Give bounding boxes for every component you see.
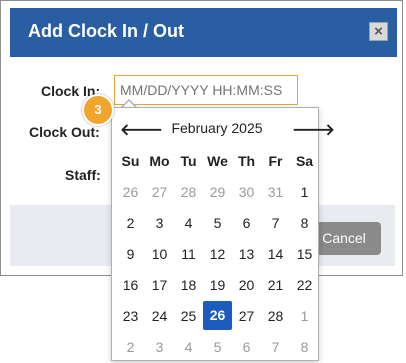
calendar-day[interactable]: 1 xyxy=(301,177,309,208)
calendar-day[interactable]: 29 xyxy=(210,177,226,208)
clock-out-label: Clock Out: xyxy=(29,124,100,140)
calendar-day[interactable]: 24 xyxy=(152,301,168,332)
calendar-grid: Su Mo Tu We Th Fr Sa 26 27 28 29 30 31 1 2 3 4 5 6 7 8 9 10 11 1… xyxy=(116,146,316,363)
calendar-day[interactable]: 27 xyxy=(152,177,168,208)
calendar-day[interactable]: 14 xyxy=(268,239,284,270)
weekday-header: Mo xyxy=(149,153,170,169)
staff-label: Staff: xyxy=(65,167,101,183)
weekday-header: Su xyxy=(121,153,140,169)
calendar-day[interactable]: 31 xyxy=(268,177,284,208)
calendar-day[interactable]: 23 xyxy=(123,301,139,332)
calendar-day[interactable]: 30 xyxy=(239,177,255,208)
calendar-day[interactable]: 7 xyxy=(272,208,280,239)
next-month-icon[interactable]: 🡒 xyxy=(292,119,335,140)
calendar-day[interactable]: 20 xyxy=(239,270,255,301)
dialog-header: Add Clock In / Out × xyxy=(10,8,397,57)
calendar-day-selected[interactable]: 26 xyxy=(203,301,232,330)
calendar-day[interactable]: 7 xyxy=(272,332,280,363)
calendar-day[interactable]: 4 xyxy=(185,208,193,239)
weekday-header: Tu xyxy=(180,153,197,169)
calendar-day[interactable]: 9 xyxy=(127,239,135,270)
weekday-header: Th xyxy=(237,153,256,169)
calendar-day[interactable]: 12 xyxy=(210,239,226,270)
calendar-day[interactable]: 6 xyxy=(243,332,251,363)
calendar-day[interactable]: 28 xyxy=(181,177,197,208)
calendar-day[interactable]: 10 xyxy=(152,239,168,270)
calendar-day[interactable]: 28 xyxy=(268,301,284,332)
calendar-day[interactable]: 5 xyxy=(214,208,222,239)
prev-month-icon[interactable]: 🡐 xyxy=(120,119,163,140)
weekday-header: We xyxy=(207,153,228,169)
dialog-title: Add Clock In / Out xyxy=(28,21,184,41)
calendar-day[interactable]: 18 xyxy=(181,270,197,301)
calendar-day[interactable]: 11 xyxy=(181,239,196,270)
calendar-day[interactable]: 2 xyxy=(127,208,135,239)
weekday-header: Fr xyxy=(268,153,283,169)
calendar-day[interactable]: 26 xyxy=(123,177,139,208)
calendar-day[interactable]: 8 xyxy=(301,332,309,363)
calendar-day[interactable]: 22 xyxy=(297,270,313,301)
calendar-day[interactable]: 2 xyxy=(127,332,135,363)
calendar-day[interactable]: 5 xyxy=(214,332,222,363)
weekday-header: Sa xyxy=(295,153,314,169)
calendar-day[interactable]: 17 xyxy=(152,270,168,301)
calendar-day[interactable]: 15 xyxy=(297,239,313,270)
calendar-day[interactable]: 13 xyxy=(239,239,255,270)
calendar-day[interactable]: 3 xyxy=(156,332,164,363)
clock-in-input[interactable] xyxy=(114,75,298,105)
calendar-day[interactable]: 1 xyxy=(301,301,309,332)
calendar-day[interactable]: 8 xyxy=(301,208,309,239)
calendar-day[interactable]: 27 xyxy=(239,301,255,332)
calendar-day[interactable]: 16 xyxy=(123,270,139,301)
calendar-day[interactable]: 3 xyxy=(156,208,164,239)
calendar-day[interactable]: 25 xyxy=(181,301,197,332)
step-badge: 3 xyxy=(82,94,114,126)
calendar-day[interactable]: 4 xyxy=(185,332,193,363)
close-icon[interactable]: × xyxy=(369,22,388,41)
date-picker-calendar: 🡐 February 2025 🡒 Su Mo Tu We Th Fr Sa 26 27 28 29… xyxy=(111,107,335,363)
calendar-month-title[interactable]: February 2025 xyxy=(142,120,292,136)
calendar-day[interactable]: 21 xyxy=(268,270,284,301)
calendar-day[interactable]: 6 xyxy=(243,208,251,239)
calendar-day[interactable]: 19 xyxy=(210,270,226,301)
